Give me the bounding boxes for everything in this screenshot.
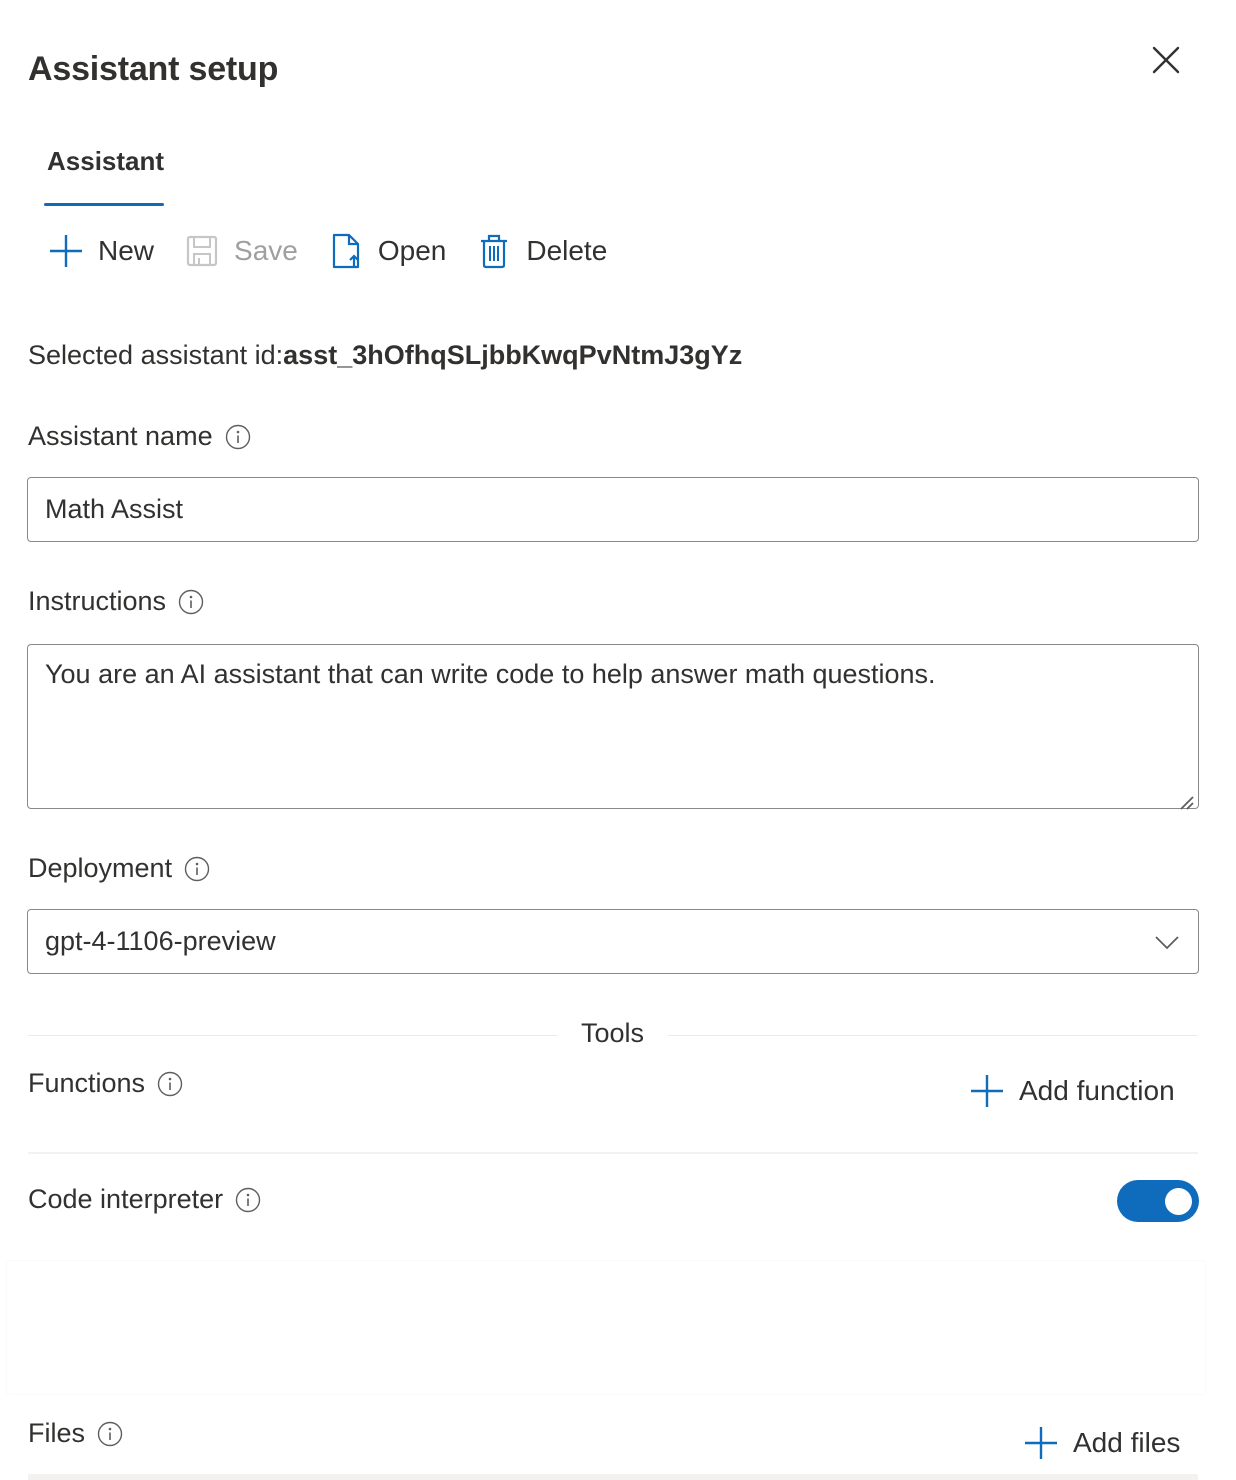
close-button[interactable] <box>1146 42 1186 82</box>
deployment-label-text: Deployment <box>28 853 173 883</box>
delete-button-label: Delete <box>526 235 608 266</box>
deployment-label: Deployment <box>28 853 210 884</box>
add-files-button[interactable]: Add files <box>1023 1425 1180 1461</box>
functions-label-text: Functions <box>28 1068 146 1098</box>
trash-icon <box>476 233 512 269</box>
code-interpreter-label-text: Code interpreter <box>28 1184 224 1214</box>
info-icon[interactable] <box>184 856 210 882</box>
info-icon[interactable] <box>97 1421 123 1447</box>
instructions-label: Instructions <box>28 586 204 617</box>
divider-line <box>28 1035 558 1036</box>
tab-assistant-label: Assistant <box>47 146 165 176</box>
save-button[interactable]: Save <box>184 228 298 274</box>
selected-assistant-id-value: asst_3hOfhqSLjbbKwqPvNtmJ3gYz <box>283 340 743 370</box>
deployment-dropdown[interactable]: gpt-4-1106-preview <box>27 909 1199 974</box>
selected-assistant-id-prefix: Selected assistant id: <box>28 340 284 370</box>
chevron-down-icon <box>1153 928 1181 956</box>
assistant-name-input[interactable]: Math Assist <box>27 477 1199 542</box>
code-interpreter-toggle[interactable] <box>1117 1180 1199 1222</box>
section-divider <box>28 1152 1198 1154</box>
new-button-label: New <box>98 235 155 266</box>
open-button[interactable]: Open <box>328 228 447 274</box>
code-interpreter-panel <box>6 1260 1206 1395</box>
plus-icon <box>969 1073 1005 1109</box>
command-toolbar: New Save Open Delete <box>48 228 637 274</box>
assistant-name-label: Assistant name <box>28 421 251 452</box>
info-icon[interactable] <box>157 1071 183 1097</box>
add-function-button[interactable]: Add function <box>969 1073 1175 1109</box>
close-icon <box>1152 46 1180 74</box>
files-label: Files <box>28 1418 123 1449</box>
open-button-label: Open <box>377 235 447 266</box>
files-label-text: Files <box>28 1418 86 1448</box>
code-interpreter-label: Code interpreter <box>28 1184 261 1215</box>
instructions-value: You are an AI assistant that can write c… <box>45 659 936 689</box>
delete-button[interactable]: Delete <box>476 228 607 274</box>
instructions-textarea[interactable]: You are an AI assistant that can write c… <box>27 644 1199 810</box>
assistant-name-label-text: Assistant name <box>28 421 213 451</box>
save-icon <box>184 233 220 269</box>
resize-handle-icon[interactable] <box>1177 787 1195 810</box>
open-file-icon <box>328 233 364 269</box>
tab-selected-indicator <box>44 203 164 206</box>
add-function-label: Add function <box>1019 1075 1175 1106</box>
divider-line <box>668 1035 1198 1036</box>
selected-assistant-id: Selected assistant id:asst_3hOfhqSLjbbKw… <box>28 340 742 371</box>
add-files-label: Add files <box>1073 1427 1181 1458</box>
tab-assistant[interactable]: Assistant <box>44 140 164 206</box>
panel-title: Assistant setup <box>28 50 279 88</box>
functions-label: Functions <box>28 1068 183 1099</box>
save-button-label: Save <box>234 235 298 266</box>
deployment-selected-value: gpt-4-1106-preview <box>45 926 276 956</box>
plus-icon <box>48 233 84 269</box>
assistant-name-value: Math Assist <box>45 494 184 524</box>
files-list <box>28 1474 1198 1480</box>
info-icon[interactable] <box>235 1187 261 1213</box>
info-icon[interactable] <box>225 424 251 450</box>
tools-divider: Tools <box>28 1014 1198 1054</box>
toggle-knob <box>1165 1188 1192 1215</box>
tools-section-label: Tools <box>581 1018 645 1048</box>
plus-icon <box>1023 1425 1059 1461</box>
instructions-label-text: Instructions <box>28 586 167 616</box>
info-icon[interactable] <box>178 589 204 615</box>
new-button[interactable]: New <box>48 228 154 274</box>
